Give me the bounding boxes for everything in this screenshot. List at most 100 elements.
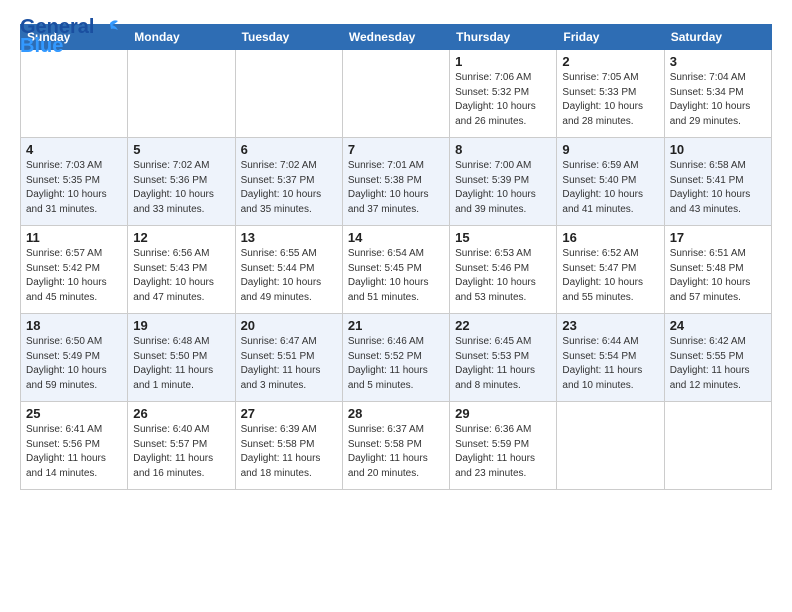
day-number: 4: [26, 142, 122, 157]
calendar-cell: 1 Sunrise: 7:06 AM Sunset: 5:32 PM Daylig…: [450, 50, 557, 138]
calendar-cell: [235, 50, 342, 138]
calendar-cell: 18Sunrise: 6:50 AM Sunset: 5:49 PM Dayli…: [21, 314, 128, 402]
calendar-cell: [342, 50, 449, 138]
day-number: 12: [133, 230, 229, 245]
calendar-cell: 2 Sunrise: 7:05 AM Sunset: 5:33 PM Daylig…: [557, 50, 664, 138]
calendar-cell: 13 Sunrise: 6:55 AM Sunset: 5:44 PM Dayli…: [235, 226, 342, 314]
day-info: Sunrise: 7:06 AM Sunset: 5:32 PM Dayligh…: [455, 71, 551, 129]
calendar-cell: 3 Sunrise: 7:04 AM Sunset: 5:34 PM Daylig…: [664, 50, 771, 138]
day-info: Sunrise: 6:59 AM Sunset: 5:40 PM Dayligh…: [562, 159, 658, 217]
calendar-cell: 17 Sunrise: 6:51 AM Sunset: 5:48 PM Dayli…: [664, 226, 771, 314]
day-info: Sunrise: 6:39 AM Sunset: 5:58 PM Dayligh…: [241, 423, 337, 481]
day-number: 3: [670, 54, 766, 69]
calendar-cell: 22 Sunrise: 6:45 AM Sunset: 5:53 PM Dayli…: [450, 314, 557, 402]
day-info: Sunrise: 6:42 AM Sunset: 5:55 PM Dayligh…: [670, 335, 766, 393]
day-info: Sunrise: 6:54 AM Sunset: 5:45 PM Dayligh…: [348, 247, 444, 305]
weekday-header-monday: Monday: [128, 25, 235, 50]
day-info: Sunrise: 7:02 AM Sunset: 5:37 PM Dayligh…: [241, 159, 337, 217]
day-info: Sunrise: 6:55 AM Sunset: 5:44 PM Dayligh…: [241, 247, 337, 305]
day-info: Sunrise: 6:41 AM Sunset: 5:56 PM Dayligh…: [26, 423, 122, 481]
calendar-cell: 5 Sunrise: 7:02 AM Sunset: 5:36 PM Daylig…: [128, 138, 235, 226]
day-info: Sunrise: 6:50 AM Sunset: 5:49 PM Dayligh…: [26, 335, 122, 393]
calendar-cell: 20Sunrise: 6:47 AM Sunset: 5:51 PM Dayli…: [235, 314, 342, 402]
calendar-cell: 24 Sunrise: 6:42 AM Sunset: 5:55 PM Dayli…: [664, 314, 771, 402]
day-number: 27: [241, 406, 337, 421]
day-number: 6: [241, 142, 337, 157]
day-number: 13: [241, 230, 337, 245]
day-number: 29: [455, 406, 551, 421]
day-number: 24: [670, 318, 766, 333]
calendar-cell: 7 Sunrise: 7:01 AM Sunset: 5:38 PM Daylig…: [342, 138, 449, 226]
day-number: 28: [348, 406, 444, 421]
weekday-header-saturday: Saturday: [664, 25, 771, 50]
calendar-cell: 11 Sunrise: 6:57 AM Sunset: 5:42 PM Dayli…: [21, 226, 128, 314]
day-number: 21: [348, 318, 444, 333]
calendar-cell: [21, 50, 128, 138]
calendar-cell: 27 Sunrise: 6:39 AM Sunset: 5:58 PM Dayli…: [235, 402, 342, 490]
day-info: Sunrise: 6:52 AM Sunset: 5:47 PM Dayligh…: [562, 247, 658, 305]
day-number: 8: [455, 142, 551, 157]
day-number: 1: [455, 54, 551, 69]
day-info: Sunrise: 6:53 AM Sunset: 5:46 PM Dayligh…: [455, 247, 551, 305]
day-info: Sunrise: 6:48 AM Sunset: 5:50 PM Dayligh…: [133, 335, 229, 393]
day-info: Sunrise: 6:51 AM Sunset: 5:48 PM Dayligh…: [670, 247, 766, 305]
day-number: 19: [133, 318, 229, 333]
calendar-cell: 26Sunrise: 6:40 AM Sunset: 5:57 PM Dayli…: [128, 402, 235, 490]
calendar-week-row: 25 Sunrise: 6:41 AM Sunset: 5:56 PM Dayli…: [21, 402, 772, 490]
calendar-table: SundayMondayTuesdayWednesdayThursdayFrid…: [20, 24, 772, 490]
day-info: Sunrise: 6:44 AM Sunset: 5:54 PM Dayligh…: [562, 335, 658, 393]
calendar-cell: 10 Sunrise: 6:58 AM Sunset: 5:41 PM Dayli…: [664, 138, 771, 226]
weekday-header-thursday: Thursday: [450, 25, 557, 50]
day-info: Sunrise: 7:02 AM Sunset: 5:36 PM Dayligh…: [133, 159, 229, 217]
day-info: Sunrise: 6:45 AM Sunset: 5:53 PM Dayligh…: [455, 335, 551, 393]
day-number: 10: [670, 142, 766, 157]
day-info: Sunrise: 6:57 AM Sunset: 5:42 PM Dayligh…: [26, 247, 122, 305]
logo: General Blue: [20, 16, 118, 58]
logo-blue: Blue: [20, 35, 63, 58]
calendar-cell: 21 Sunrise: 6:46 AM Sunset: 5:52 PM Dayli…: [342, 314, 449, 402]
weekday-header-tuesday: Tuesday: [235, 25, 342, 50]
day-info: Sunrise: 7:01 AM Sunset: 5:38 PM Dayligh…: [348, 159, 444, 217]
day-info: Sunrise: 6:37 AM Sunset: 5:58 PM Dayligh…: [348, 423, 444, 481]
calendar-cell: 12 Sunrise: 6:56 AM Sunset: 5:43 PM Dayli…: [128, 226, 235, 314]
day-info: Sunrise: 6:58 AM Sunset: 5:41 PM Dayligh…: [670, 159, 766, 217]
day-number: 14: [348, 230, 444, 245]
calendar-cell: 8 Sunrise: 7:00 AM Sunset: 5:39 PM Daylig…: [450, 138, 557, 226]
day-number: 16: [562, 230, 658, 245]
calendar-cell: 25 Sunrise: 6:41 AM Sunset: 5:56 PM Dayli…: [21, 402, 128, 490]
weekday-header-friday: Friday: [557, 25, 664, 50]
day-number: 2: [562, 54, 658, 69]
calendar-week-row: 1 Sunrise: 7:06 AM Sunset: 5:32 PM Daylig…: [21, 50, 772, 138]
calendar-cell: [557, 402, 664, 490]
weekday-header-wednesday: Wednesday: [342, 25, 449, 50]
day-number: 5: [133, 142, 229, 157]
day-number: 26: [133, 406, 229, 421]
calendar-cell: 14 Sunrise: 6:54 AM Sunset: 5:45 PM Dayli…: [342, 226, 449, 314]
day-info: Sunrise: 7:04 AM Sunset: 5:34 PM Dayligh…: [670, 71, 766, 129]
calendar-cell: 15 Sunrise: 6:53 AM Sunset: 5:46 PM Dayli…: [450, 226, 557, 314]
calendar-cell: 16 Sunrise: 6:52 AM Sunset: 5:47 PM Dayli…: [557, 226, 664, 314]
day-number: 17: [670, 230, 766, 245]
day-info: Sunrise: 6:56 AM Sunset: 5:43 PM Dayligh…: [133, 247, 229, 305]
weekday-header-row: SundayMondayTuesdayWednesdayThursdayFrid…: [21, 25, 772, 50]
calendar-week-row: 4Sunrise: 7:03 AM Sunset: 5:35 PM Daylig…: [21, 138, 772, 226]
day-info: Sunrise: 7:05 AM Sunset: 5:33 PM Dayligh…: [562, 71, 658, 129]
calendar-cell: 9Sunrise: 6:59 AM Sunset: 5:40 PM Daylig…: [557, 138, 664, 226]
calendar-cell: 4Sunrise: 7:03 AM Sunset: 5:35 PM Daylig…: [21, 138, 128, 226]
day-number: 23: [562, 318, 658, 333]
day-number: 15: [455, 230, 551, 245]
day-info: Sunrise: 7:00 AM Sunset: 5:39 PM Dayligh…: [455, 159, 551, 217]
calendar-cell: 28 Sunrise: 6:37 AM Sunset: 5:58 PM Dayli…: [342, 402, 449, 490]
calendar-week-row: 18Sunrise: 6:50 AM Sunset: 5:49 PM Dayli…: [21, 314, 772, 402]
day-info: Sunrise: 6:36 AM Sunset: 5:59 PM Dayligh…: [455, 423, 551, 481]
day-number: 7: [348, 142, 444, 157]
day-number: 11: [26, 230, 122, 245]
day-number: 25: [26, 406, 122, 421]
day-info: Sunrise: 6:47 AM Sunset: 5:51 PM Dayligh…: [241, 335, 337, 393]
day-info: Sunrise: 6:46 AM Sunset: 5:52 PM Dayligh…: [348, 335, 444, 393]
calendar-cell: [128, 50, 235, 138]
calendar-cell: 29 Sunrise: 6:36 AM Sunset: 5:59 PM Dayli…: [450, 402, 557, 490]
calendar-cell: 19 Sunrise: 6:48 AM Sunset: 5:50 PM Dayli…: [128, 314, 235, 402]
day-number: 22: [455, 318, 551, 333]
calendar-cell: 23 Sunrise: 6:44 AM Sunset: 5:54 PM Dayli…: [557, 314, 664, 402]
